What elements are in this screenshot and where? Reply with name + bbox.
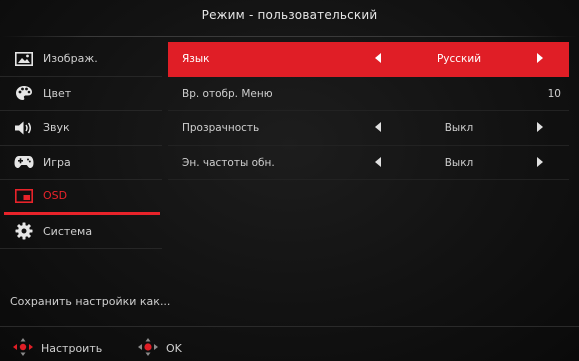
footer: Настроить OK [0, 336, 579, 358]
page-title: Режим - пользовательский [201, 8, 378, 22]
image-icon [13, 50, 35, 68]
setting-row-language[interactable]: Язык Русский [168, 42, 569, 77]
setting-value: Русский [436, 53, 482, 65]
arrow-right-icon[interactable] [537, 122, 543, 132]
setting-value: Выкл [444, 122, 474, 134]
sidebar-item-osd[interactable]: OSD [4, 180, 160, 215]
sidebar-item-game[interactable]: Игра [0, 146, 162, 180]
sidebar-item-label: Игра [43, 155, 71, 169]
sidebar-item-label: OSD [43, 189, 68, 203]
setting-label: Вр. отобр. Меню [182, 87, 273, 100]
osd-screen: Режим - пользовательский Изображ. Цвет З… [0, 0, 579, 361]
dpad-left-right-icon [11, 336, 35, 361]
gamepad-icon [13, 153, 35, 171]
adjust-hint: Настроить [11, 336, 102, 361]
sidebar-item-sound[interactable]: Звук [0, 111, 162, 146]
arrow-right-icon[interactable] [537, 156, 543, 167]
title-divider [0, 36, 579, 37]
sidebar-item-label: Изображ. [43, 52, 98, 66]
arrow-left-icon[interactable] [375, 53, 381, 63]
arrow-right-icon[interactable] [537, 53, 543, 63]
sidebar-item-picture[interactable]: Изображ. [0, 42, 162, 77]
sidebar-item-label: Цвет [43, 86, 72, 100]
setting-row-transparency[interactable]: Прозрачность Выкл [168, 111, 569, 146]
sidebar: Изображ. Цвет Звук Игра OSD Система [0, 42, 162, 249]
sidebar-item-system[interactable]: Система [0, 215, 162, 249]
setting-row-refresh-rate[interactable]: Эн. частоты обн. Выкл [168, 146, 569, 180]
sidebar-item-color[interactable]: Цвет [0, 77, 162, 111]
settings-panel: Язык Русский Вр. отобр. Меню 10 Прозрачн… [168, 42, 569, 180]
setting-value: Выкл [444, 156, 474, 169]
setting-value: 10 [547, 87, 561, 100]
sidebar-item-label: Звук [43, 121, 70, 135]
setting-label: Язык [182, 53, 210, 65]
setting-row-menu-timeout[interactable]: Вр. отобр. Меню 10 [168, 77, 569, 111]
speaker-icon [13, 119, 35, 137]
setting-label: Эн. частоты обн. [182, 156, 275, 169]
footer-divider [0, 326, 579, 327]
gear-icon [13, 222, 35, 240]
sidebar-item-label: Система [43, 224, 93, 238]
arrow-left-icon[interactable] [375, 156, 381, 167]
dpad-center-icon [136, 336, 160, 361]
ok-hint: OK [136, 336, 182, 361]
osd-icon [13, 187, 35, 205]
setting-label: Прозрачность [182, 122, 260, 134]
save-settings-button[interactable]: Сохранить настройки как... [10, 295, 170, 308]
ok-label: OK [166, 342, 182, 355]
arrow-left-icon[interactable] [375, 122, 381, 132]
palette-icon [13, 84, 35, 102]
adjust-label: Настроить [41, 342, 103, 355]
